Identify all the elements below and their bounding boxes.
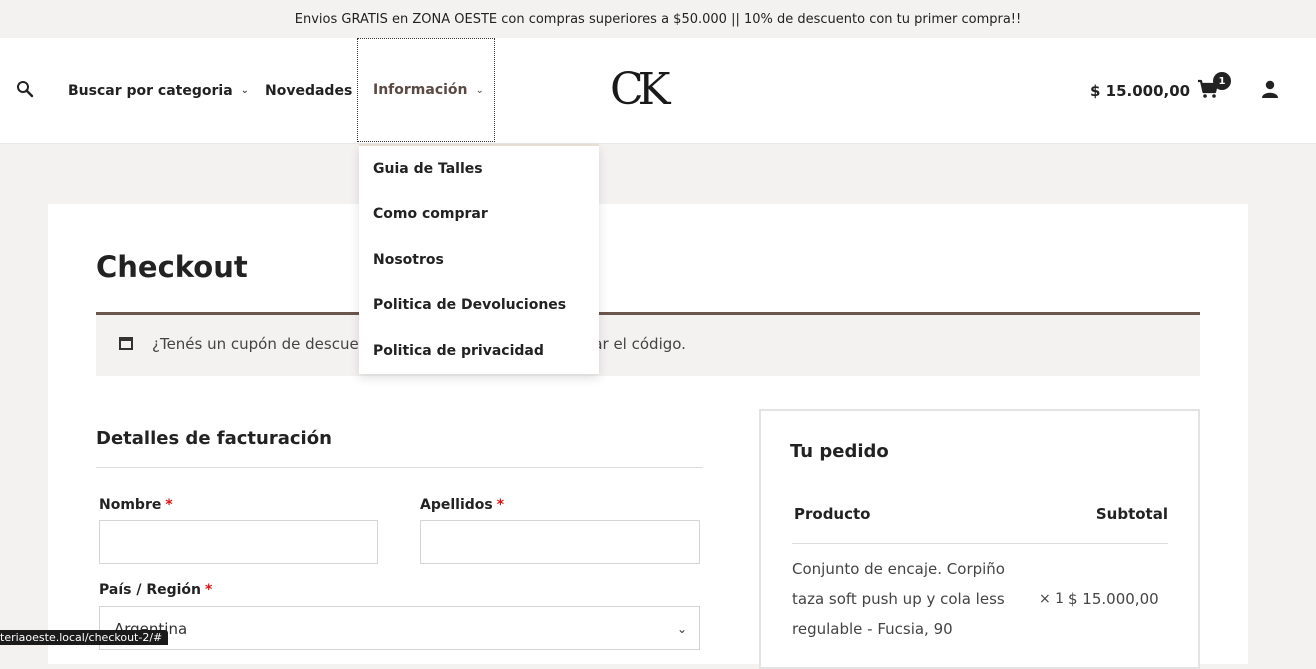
menu-item-guia-de-talles[interactable]: Guia de Talles — [373, 161, 483, 177]
order-item-qty: × 1 — [1039, 591, 1065, 607]
nav-item-novedades[interactable]: Novedades — [265, 38, 352, 143]
column-header-subtotal: Subtotal — [1095, 505, 1168, 523]
order-table-header: Producto Subtotal — [792, 505, 1168, 544]
column-header-product: Producto — [794, 505, 871, 523]
first-name-label: Nombre * — [99, 497, 173, 513]
coupon-notice: ¿Tenés un cupón de descuento? Hacé click… — [96, 312, 1200, 376]
coupon-question: ¿Tenés un cupón de descuento? — [152, 335, 392, 353]
divider — [96, 467, 703, 468]
site-header: Buscar por categoria ⌄ Novedades Informa… — [0, 38, 1316, 144]
order-item-subtotal: $ 15.000,00 — [1068, 590, 1159, 608]
announcement-bar: Envios GRATIS en ZONA OESTE con compras … — [0, 0, 1316, 38]
nav-label: Información — [373, 82, 468, 98]
chevron-down-icon: ⌄ — [676, 622, 687, 636]
nav-item-buscar-por-categoria[interactable]: Buscar por categoria ⌄ — [68, 38, 249, 143]
status-bar-url: teriaoeste.local/checkout-2/# — [0, 630, 169, 645]
menu-item-como-comprar[interactable]: Como comprar — [373, 206, 488, 222]
menu-item-nosotros[interactable]: Nosotros — [373, 252, 444, 268]
last-name-label: Apellidos * — [420, 497, 505, 513]
page-title: Checkout — [96, 250, 248, 284]
calendar-icon — [119, 337, 133, 350]
user-account-icon[interactable] — [1261, 80, 1279, 98]
menu-item-politica-de-privacidad[interactable]: Politica de privacidad — [373, 343, 544, 359]
order-summary: Tu pedido Producto Subtotal Conjunto de … — [759, 409, 1200, 669]
country-label: País / Región * — [99, 582, 213, 598]
menu-item-politica-de-devoluciones[interactable]: Politica de Devoluciones — [373, 297, 566, 313]
chevron-down-icon: ⌄ — [240, 85, 250, 96]
cart-total[interactable]: $ 15.000,00 — [1090, 38, 1190, 143]
cart-count-badge: 1 — [1213, 72, 1231, 90]
billing-title: Detalles de facturación — [96, 428, 332, 449]
nav-label: Novedades — [265, 82, 353, 99]
order-title: Tu pedido — [790, 441, 889, 462]
chevron-down-icon: ⌄ — [475, 84, 484, 96]
site-logo[interactable]: CK — [610, 66, 671, 114]
last-name-field[interactable] — [420, 520, 700, 564]
country-select[interactable]: Argentina ⌄ — [99, 606, 700, 650]
informacion-dropdown-menu: Guia de Talles Como comprar Nosotros Pol… — [359, 144, 599, 374]
order-item-name: Conjunto de encaje. Corpiño taza soft pu… — [792, 560, 1005, 638]
first-name-field[interactable] — [99, 520, 378, 564]
announcement-text: Envios GRATIS en ZONA OESTE con compras … — [294, 11, 1022, 27]
nav-label: Buscar por categoria — [68, 82, 233, 99]
search-icon[interactable] — [16, 80, 34, 98]
nav-item-informacion[interactable]: Información ⌄ — [357, 38, 495, 142]
